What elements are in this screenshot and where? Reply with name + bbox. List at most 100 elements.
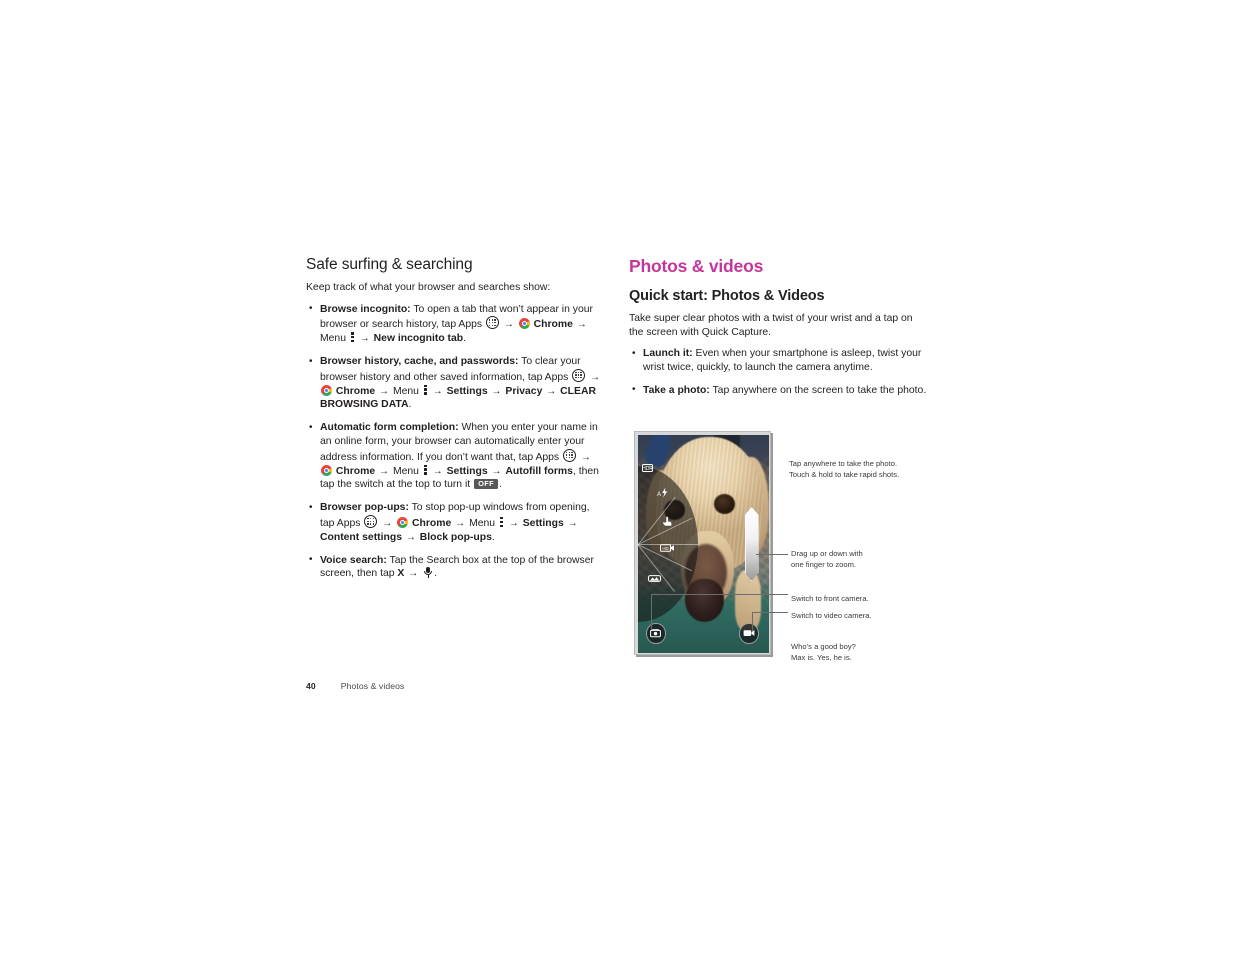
panorama-icon[interactable] xyxy=(648,574,661,583)
status-badge-off: OFF xyxy=(474,478,499,490)
bullet-bold-term: Privacy xyxy=(505,385,543,397)
zoom-slider[interactable] xyxy=(744,506,759,581)
callout-front-camera: Switch to front camera. xyxy=(791,594,941,605)
list-item: Browser history, cache, and passwords: T… xyxy=(306,354,606,412)
overflow-menu-icon xyxy=(499,516,503,527)
bullet-bold-term: Chrome xyxy=(533,319,573,331)
caption-line: Who’s a good boy? xyxy=(791,642,856,651)
phone-screen: HDR A HD xyxy=(638,435,769,653)
switch-to-video-camera-button[interactable] xyxy=(738,622,759,645)
arrow-glyph: → xyxy=(590,371,601,383)
hdr-icon[interactable]: HDR xyxy=(642,464,653,472)
chrome-icon xyxy=(321,384,332,396)
overflow-menu-icon xyxy=(423,464,427,475)
bullet-bold-term: X xyxy=(397,568,405,580)
arrow-glyph: → xyxy=(576,319,587,331)
apps-grid-icon xyxy=(364,514,378,528)
callout-video-camera: Switch to video camera. xyxy=(791,611,941,622)
page-title-safe-surfing: Safe surfing & searching xyxy=(306,256,473,273)
touch-capture-icon[interactable] xyxy=(662,515,673,527)
chrome-icon xyxy=(518,318,530,330)
svg-text:HDR: HDR xyxy=(642,466,653,472)
apps-grid-icon xyxy=(485,316,499,330)
switch-to-front-camera-button[interactable] xyxy=(645,622,666,645)
list-item: Automatic form completion: When you ente… xyxy=(306,421,606,492)
camera-viewfinder-figure: HDR A HD xyxy=(634,431,771,655)
arrow-glyph: → xyxy=(455,517,466,529)
arrow-glyph: → xyxy=(382,517,393,529)
phone-frame: HDR A HD xyxy=(634,431,771,655)
caption-line: Max is. Yes, he is. xyxy=(791,652,852,662)
bullet-bold-term: Chrome xyxy=(412,517,452,529)
arrow-glyph: → xyxy=(580,451,591,463)
manual-page: Safe surfing & searching Keep track of w… xyxy=(0,0,1235,954)
bullet-tail: . xyxy=(499,479,502,491)
svg-text:HD: HD xyxy=(662,546,668,551)
arrow-glyph: → xyxy=(379,465,390,477)
overflow-menu-icon xyxy=(423,384,427,395)
flash-auto-icon[interactable]: A xyxy=(656,487,669,498)
bullet-term: Browser pop-ups: xyxy=(320,502,409,514)
arrow-glyph: → xyxy=(379,385,390,397)
arrow-glyph: → xyxy=(432,465,443,477)
bullet-bold-term: Content settings xyxy=(320,531,402,543)
apps-grid-icon xyxy=(572,368,586,382)
page-footer: 40 Photos & videos xyxy=(306,681,404,691)
arrow-glyph: → xyxy=(432,385,443,397)
leader-line-video-camera xyxy=(752,612,788,613)
callout-line: Switch to front camera. xyxy=(791,594,869,603)
list-item: Launch it: Even when your smartphone is … xyxy=(629,347,929,375)
leader-line-front-camera-vertical xyxy=(651,594,652,630)
apps-grid-icon xyxy=(563,448,577,462)
bullet-term: Voice search: xyxy=(320,554,387,566)
arrow-glyph: → xyxy=(491,465,502,477)
bullet-bold-term: Autofill forms xyxy=(505,465,573,477)
switch-to-video-camera-icon xyxy=(740,624,758,644)
bullet-term: Automatic form completion: xyxy=(320,422,459,434)
bullet-bold-term: Settings xyxy=(522,517,564,529)
bullet-text: Tap anywhere on the screen to take the p… xyxy=(712,384,927,396)
bullet-tail: . xyxy=(463,333,467,345)
bullet-tail: . xyxy=(491,531,495,543)
chapter-title: Photos & videos xyxy=(629,256,764,276)
safe-surfing-bullet-list: Browse incognito: To open a tab that won… xyxy=(306,302,606,582)
menu-label: Menu xyxy=(392,385,419,397)
page-number: 40 xyxy=(306,681,316,691)
bullet-tail: . xyxy=(434,568,438,580)
menu-label: Menu xyxy=(320,333,346,345)
callout-zoom: Drag up or down with one finger to zoom. xyxy=(791,549,941,571)
list-item: Take a photo: Tap anywhere on the screen… xyxy=(629,383,929,398)
callout-line: one finger to zoom. xyxy=(791,559,857,569)
quick-start-intro: Take super clear photos with a twist of … xyxy=(629,312,913,338)
arrow-glyph: → xyxy=(508,517,519,529)
bullet-tail: . xyxy=(408,399,412,411)
leader-line-front-camera xyxy=(651,594,788,595)
list-item: Browser pop-ups: To stop pop-up windows … xyxy=(306,501,606,544)
arrow-glyph: → xyxy=(491,385,502,397)
figure-caption: Who’s a good boy? Max is. Yes, he is. xyxy=(791,642,941,664)
leader-line-zoom xyxy=(756,553,788,555)
section-title-quick-start: Quick start: Photos & Videos xyxy=(629,288,825,305)
callout-line: Touch & hold to take rapid shots. xyxy=(789,469,900,479)
arrow-glyph: → xyxy=(405,531,416,543)
bullet-bold-term: Settings xyxy=(446,465,488,477)
bullet-bold-term: Settings xyxy=(446,385,488,397)
bullet-term: Take a photo: xyxy=(643,384,710,396)
bullet-bold-term: Chrome xyxy=(335,385,376,397)
svg-text:A: A xyxy=(657,492,661,498)
quick-start-bullet-list: Launch it: Even when your smartphone is … xyxy=(629,347,929,397)
video-resolution-icon[interactable]: HD xyxy=(660,544,675,552)
leader-line-video-camera-vertical xyxy=(752,612,753,631)
chrome-icon xyxy=(397,516,409,528)
callout-line: Drag up or down with xyxy=(791,549,863,558)
list-item: Browse incognito: To open a tab that won… xyxy=(306,302,606,346)
bullet-term: Browser history, cache, and passwords: xyxy=(320,356,519,367)
menu-label: Menu xyxy=(392,465,419,477)
bullet-bold-term: Chrome xyxy=(335,465,376,477)
arrow-glyph: → xyxy=(546,385,557,397)
chrome-icon xyxy=(321,464,332,476)
callout-line: Switch to video camera. xyxy=(791,611,872,620)
intro-paragraph: Keep track of what your browser and sear… xyxy=(306,281,551,293)
menu-label: Menu xyxy=(469,517,496,529)
left-column: Safe surfing & searching Keep track of w… xyxy=(306,256,606,590)
